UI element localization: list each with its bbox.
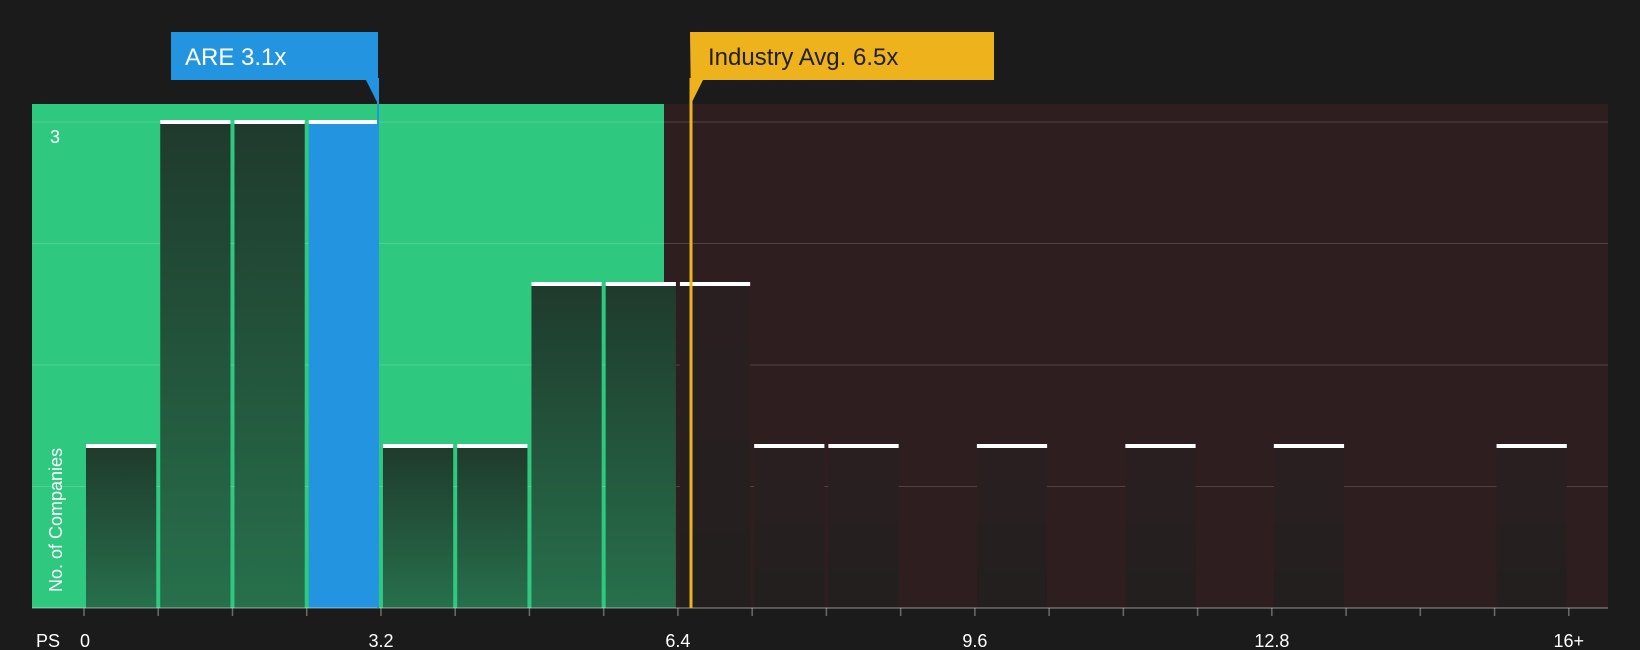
bar-cap <box>605 282 676 286</box>
y-tick-label: 3 <box>50 127 60 147</box>
bar-cap <box>308 120 379 124</box>
bar <box>457 446 528 608</box>
bar-cap <box>1496 444 1567 448</box>
bar-cap <box>754 444 825 448</box>
ps-distribution-chart: 0 3.2 6.4 9.6 12.8 16+ 3 No. of Companies PS … <box>32 32 1608 650</box>
bar <box>531 284 602 608</box>
bar <box>160 122 231 608</box>
bar-cap <box>976 444 1048 448</box>
x-tick-label: 0 <box>80 631 90 650</box>
bar-cap <box>382 444 454 448</box>
industry-callout-label: Industry Avg. 6.5x <box>708 44 898 71</box>
bar <box>234 122 305 608</box>
bar <box>1496 446 1567 608</box>
bar <box>828 446 899 608</box>
bar-cap <box>457 444 528 448</box>
x-tick-label: 3.2 <box>368 631 393 650</box>
bar <box>1273 446 1345 608</box>
x-ticks: 0 3.2 6.4 9.6 12.8 16+ <box>80 608 1584 650</box>
bar-cap <box>86 444 157 448</box>
bar-cap <box>531 282 602 286</box>
bar <box>976 446 1048 608</box>
bar <box>605 284 676 608</box>
bar-cap <box>1125 444 1196 448</box>
bar-cap <box>234 120 305 124</box>
bar <box>1125 446 1196 608</box>
x-tick-label: 9.6 <box>962 631 987 650</box>
bar-cap <box>160 120 231 124</box>
bar-highlighted <box>308 122 379 608</box>
x-tick-label: 16+ <box>1554 631 1585 650</box>
bar <box>86 446 157 608</box>
bar-cap <box>1273 444 1345 448</box>
x-axis-label: PS <box>36 631 60 650</box>
bar <box>382 446 454 608</box>
bar-cap <box>828 444 899 448</box>
x-tick-label: 12.8 <box>1254 631 1289 650</box>
bar <box>754 446 825 608</box>
x-tick-label: 6.4 <box>665 631 690 650</box>
company-callout-label: ARE 3.1x <box>185 44 286 71</box>
y-axis-label: No. of Companies <box>46 448 66 592</box>
